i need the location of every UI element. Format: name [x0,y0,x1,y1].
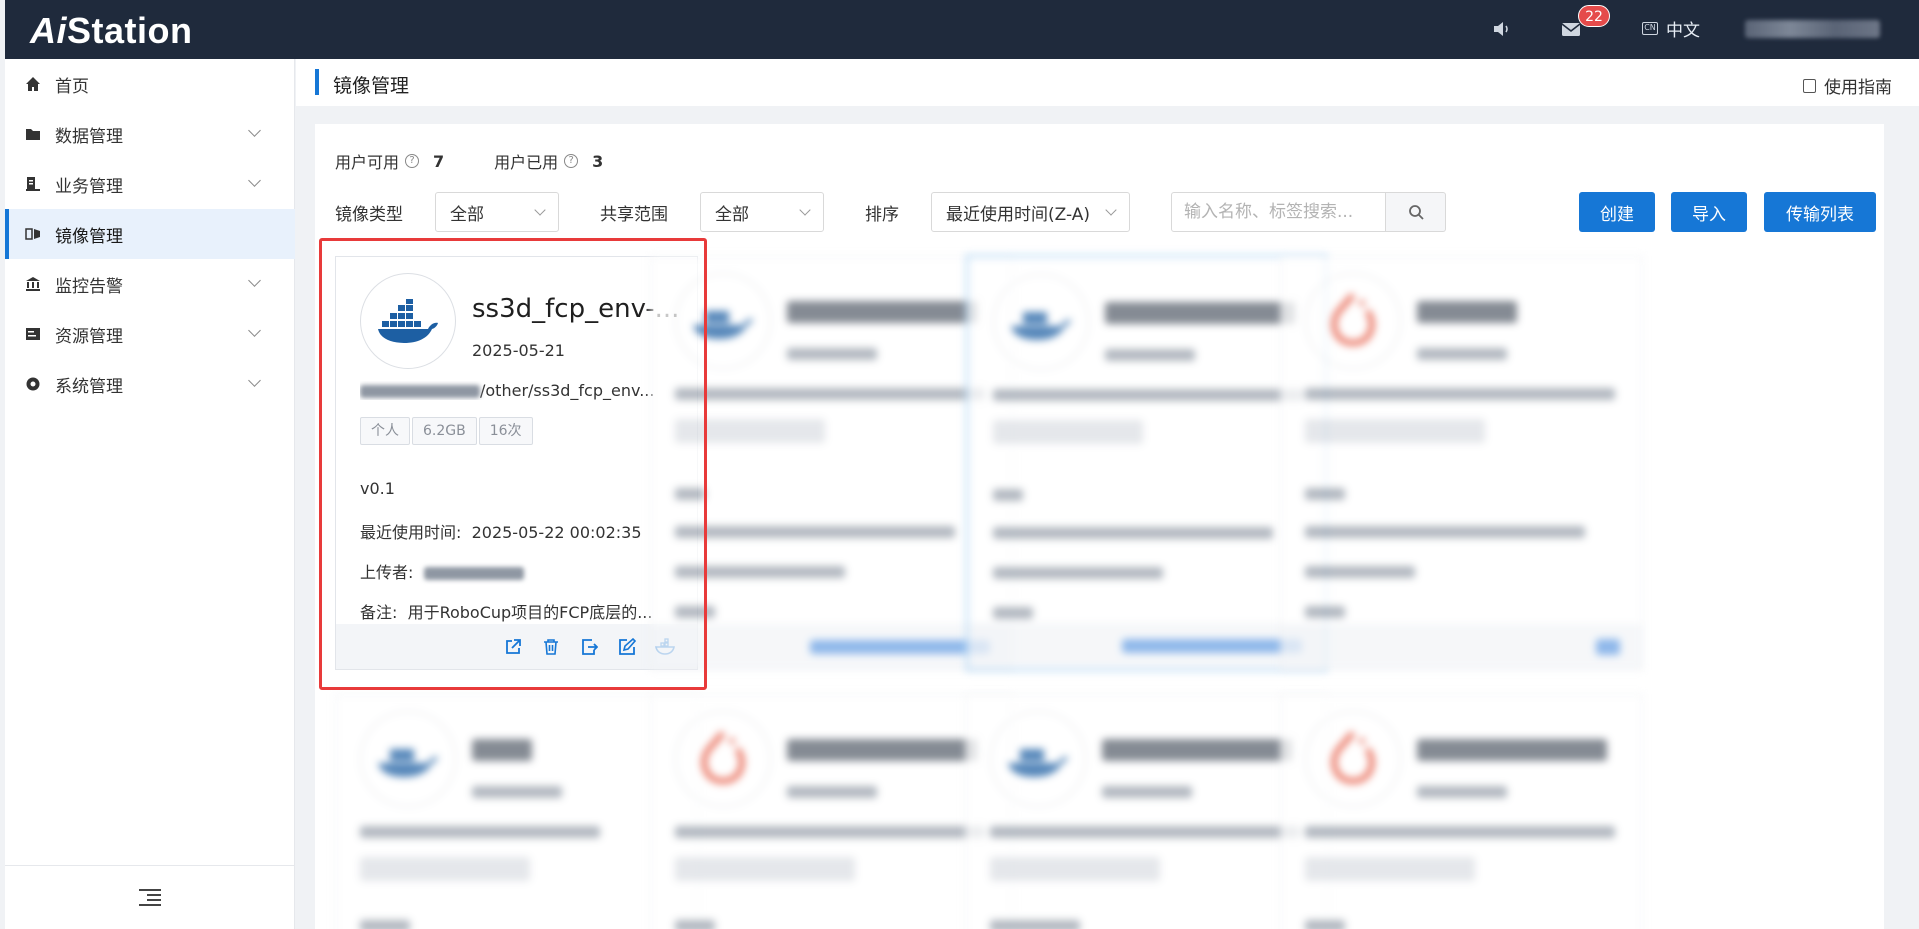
chevron-down-icon [248,274,261,287]
transfer-list-button[interactable]: 传输列表 [1764,192,1876,232]
card-actions [969,623,1324,668]
app-logo[interactable]: AiStation [30,10,193,52]
image-card[interactable] [965,254,1328,672]
search-icon [1408,205,1424,220]
collapse-menu-icon[interactable] [139,888,161,907]
sidebar-item-data[interactable]: 数据管理 [5,109,295,159]
docker-icon [360,711,456,807]
scope-filter-select[interactable]: 全部 [700,192,824,232]
scope-filter-label: 共享范围 [600,204,668,225]
folder-icon [25,126,41,142]
docker-icon [993,274,1089,370]
page-title: 镜像管理 [333,75,410,97]
sort-label: 排序 [865,204,899,225]
search-button[interactable] [1386,192,1446,232]
monitor-icon [25,276,41,292]
resource-icon [25,326,41,342]
import-button[interactable]: 导入 [1671,192,1747,232]
top-header: AiStation 22 CN 中文 [5,0,1919,59]
image-card[interactable] [965,694,1328,929]
quota-summary: 用户可用 ? 7 用户已用 ? 3 [335,149,603,173]
guide-link[interactable]: 使用指南 [1803,73,1892,98]
business-icon [25,176,41,192]
quota-available: 用户可用 ? 7 [335,151,445,173]
highlight-box [319,238,707,690]
image-card[interactable] [1280,256,1643,670]
sidebar-item-system[interactable]: 系统管理 [5,359,295,409]
sidebar-item-business[interactable]: 业务管理 [5,159,295,209]
language-switcher[interactable]: CN 中文 [1642,16,1700,41]
pytorch-icon [1305,273,1401,369]
create-button[interactable]: 创建 [1579,192,1655,232]
docker-icon [990,711,1086,807]
search-box [1171,192,1446,232]
image-icon [25,226,41,242]
sidebar-item-home[interactable]: 首页 [5,59,295,109]
chevron-down-icon [248,124,261,137]
sidebar-item-resources[interactable]: 资源管理 [5,309,295,359]
help-icon[interactable]: ? [564,154,579,168]
image-card[interactable] [650,694,1013,929]
sidebar-item-monitor[interactable]: 监控告警 [5,259,295,309]
type-filter-label: 镜像类型 [335,204,403,225]
page-header: 镜像管理 使用指南 [296,59,1919,106]
settings-icon [25,376,41,392]
chevron-down-icon [1105,204,1117,216]
image-card[interactable] [335,694,698,929]
sidebar-footer [5,865,295,929]
quota-used: 用户已用 ? 3 [494,151,604,173]
home-icon [25,76,41,92]
sidebar-item-images[interactable]: 镜像管理 [5,209,295,259]
user-menu[interactable] [1745,20,1880,38]
filter-bar: 镜像类型 全部 共享范围 全部 排序 最近使用时间(Z-A) [335,192,1446,232]
search-input[interactable] [1171,192,1386,232]
notification-badge: 22 [1578,5,1610,27]
type-filter-select[interactable]: 全部 [435,192,559,232]
help-icon[interactable]: ? [405,154,420,168]
sidebar: 首页 数据管理 业务管理 镜像管理 监控告警 资源管理 系统管理 [5,59,295,929]
pytorch-icon [1305,711,1401,807]
chevron-down-icon [248,374,261,387]
chevron-down-icon [248,174,261,187]
title-accent [315,69,319,95]
chevron-down-icon [799,204,811,216]
chevron-down-icon [248,324,261,337]
chevron-down-icon [534,204,546,216]
sort-select[interactable]: 最近使用时间(Z-A) [931,192,1130,232]
image-card[interactable] [1280,694,1643,929]
guide-icon [1803,78,1816,93]
language-icon: CN [1642,22,1658,35]
pytorch-icon [675,711,771,807]
speaker-icon[interactable] [1490,18,1512,40]
card-actions [1281,624,1642,669]
